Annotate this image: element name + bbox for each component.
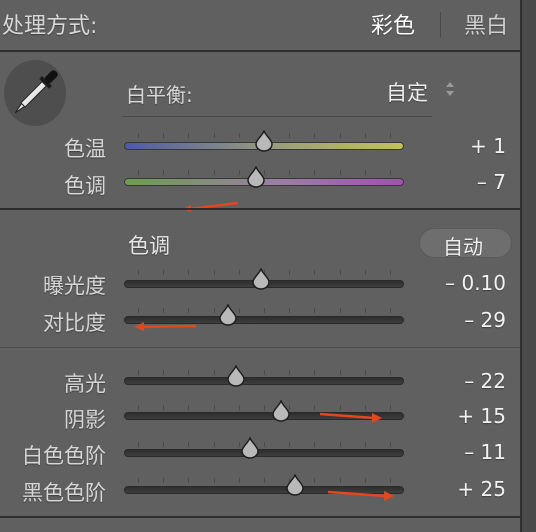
exposure-value[interactable]: – 0.10 <box>416 271 506 295</box>
whites-slider-track[interactable] <box>124 449 404 457</box>
shadows-value[interactable]: + 15 <box>416 404 506 428</box>
highlights-slider-track[interactable] <box>124 377 404 385</box>
white-balance-label: 白平衡: <box>126 83 193 107</box>
treatment-label: 处理方式: <box>2 14 98 39</box>
section-divider <box>0 347 520 348</box>
eyedropper-icon <box>14 70 58 114</box>
exposure-label: 曝光度 <box>43 274 106 298</box>
blacks-slider-thumb[interactable] <box>284 474 306 496</box>
annotation-arrow <box>319 412 382 423</box>
blacks-ticks <box>124 478 404 484</box>
white-balance-preset-dropdown[interactable]: 自定 <box>386 77 428 107</box>
whites-value[interactable]: – 11 <box>416 440 506 464</box>
whites-ticks <box>124 442 404 448</box>
shadows-slider-thumb[interactable] <box>270 400 292 422</box>
temp-slider-thumb[interactable] <box>253 130 275 152</box>
section-divider <box>0 516 520 518</box>
contrast-value[interactable]: – 29 <box>416 308 506 332</box>
contrast-slider-thumb[interactable] <box>217 304 239 326</box>
whites-label: 白色色阶 <box>22 444 106 468</box>
basic-panel: 处理方式: 彩色 黑白 白平衡: 自定 色温 + 1 色调 – 7 色调 自动 … <box>0 0 520 532</box>
treatment-bw-option[interactable]: 黑白 <box>464 8 508 40</box>
highlights-label: 高光 <box>64 372 106 396</box>
wb-selector-eyedropper[interactable] <box>4 60 66 126</box>
auto-tone-label[interactable]: 自动 <box>443 231 483 260</box>
treatment-color-option[interactable]: 彩色 <box>371 8 415 40</box>
section-divider <box>0 208 520 210</box>
highlights-ticks <box>124 370 404 376</box>
shadows-label: 阴影 <box>64 408 106 432</box>
highlights-slider-thumb[interactable] <box>225 365 247 387</box>
treatment-separator <box>440 12 441 38</box>
white-balance-underline <box>122 116 432 117</box>
annotation-arrow <box>134 322 197 331</box>
whites-slider-thumb[interactable] <box>239 437 261 459</box>
tone-section-title: 色调 <box>128 234 170 258</box>
blacks-value[interactable]: + 25 <box>416 477 506 501</box>
tint-value[interactable]: – 7 <box>416 170 506 194</box>
contrast-label: 对比度 <box>43 311 106 335</box>
annotation-arrow <box>327 490 394 501</box>
exposure-slider-thumb[interactable] <box>250 268 272 290</box>
annotation-arrow <box>182 201 239 212</box>
updown-arrows-icon[interactable] <box>445 80 455 98</box>
temp-label: 色温 <box>64 137 106 161</box>
temp-value[interactable]: + 1 <box>416 134 506 158</box>
contrast-ticks <box>124 308 404 314</box>
blacks-label: 黑色色阶 <box>22 481 106 505</box>
tint-slider-thumb[interactable] <box>245 166 267 188</box>
panel-scroll-edge[interactable] <box>520 0 536 532</box>
highlights-value[interactable]: – 22 <box>416 369 506 393</box>
tint-label: 色调 <box>64 174 106 198</box>
section-divider <box>0 50 520 52</box>
